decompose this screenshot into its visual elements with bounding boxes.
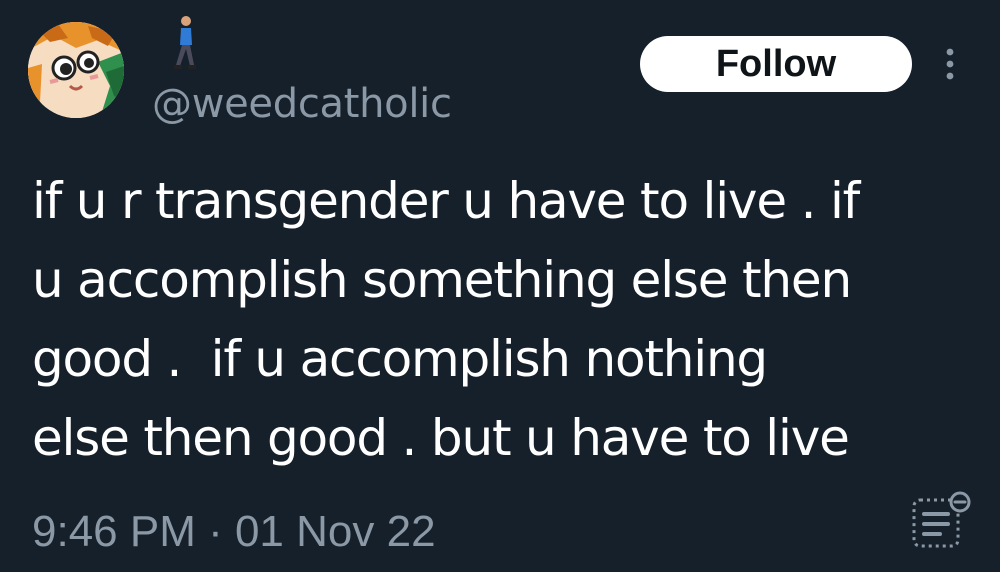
analytics-icon[interactable] <box>908 490 972 552</box>
author-handle[interactable]: @weedcatholic <box>152 78 452 130</box>
tweet-timestamp[interactable]: 9:46 PM · 01 Nov 22 <box>32 504 436 560</box>
avatar[interactable] <box>28 22 124 118</box>
tweet-text: if u r transgender u have to live . if u… <box>32 172 860 467</box>
follow-button[interactable]: Follow <box>640 36 912 92</box>
pixel-art-cat-avatar-icon <box>28 22 124 118</box>
person-walking-emoji-icon <box>170 15 200 71</box>
more-vertical-icon[interactable] <box>940 44 960 84</box>
